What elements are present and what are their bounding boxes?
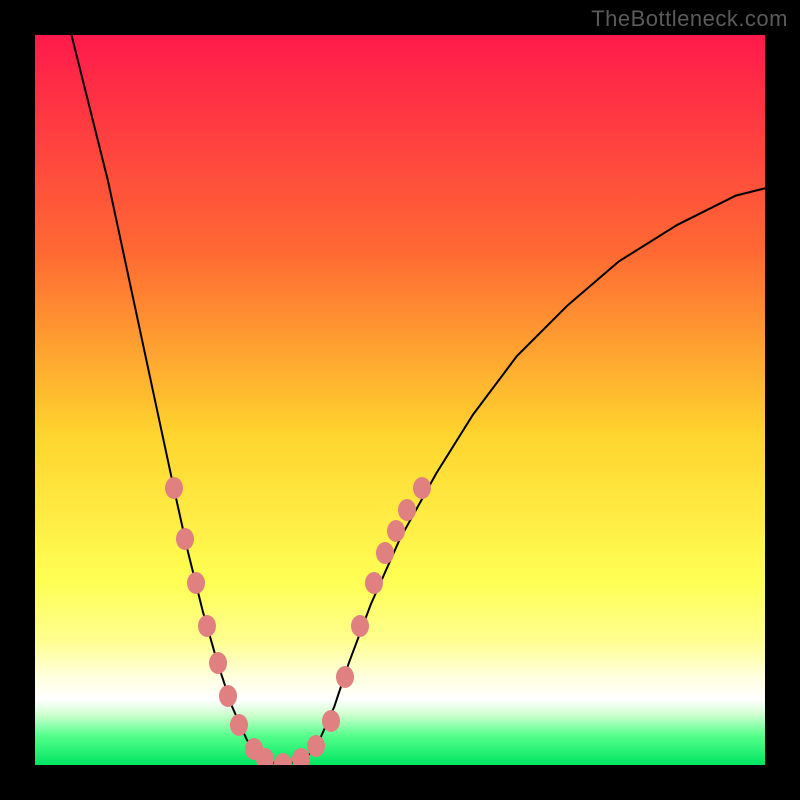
curve-layer	[35, 35, 765, 765]
data-marker	[165, 477, 183, 499]
u-curve-line	[72, 35, 766, 764]
data-marker	[398, 499, 416, 521]
data-marker	[176, 528, 194, 550]
data-marker	[351, 615, 369, 637]
data-marker	[198, 615, 216, 637]
plot-area	[35, 35, 765, 765]
data-marker	[307, 735, 325, 757]
watermark-label: TheBottleneck.com	[591, 6, 788, 32]
data-marker	[365, 572, 383, 594]
chart-frame: TheBottleneck.com	[0, 0, 800, 800]
data-marker	[413, 477, 431, 499]
data-marker	[256, 748, 274, 765]
data-marker	[322, 710, 340, 732]
data-marker	[187, 572, 205, 594]
data-marker	[209, 652, 227, 674]
